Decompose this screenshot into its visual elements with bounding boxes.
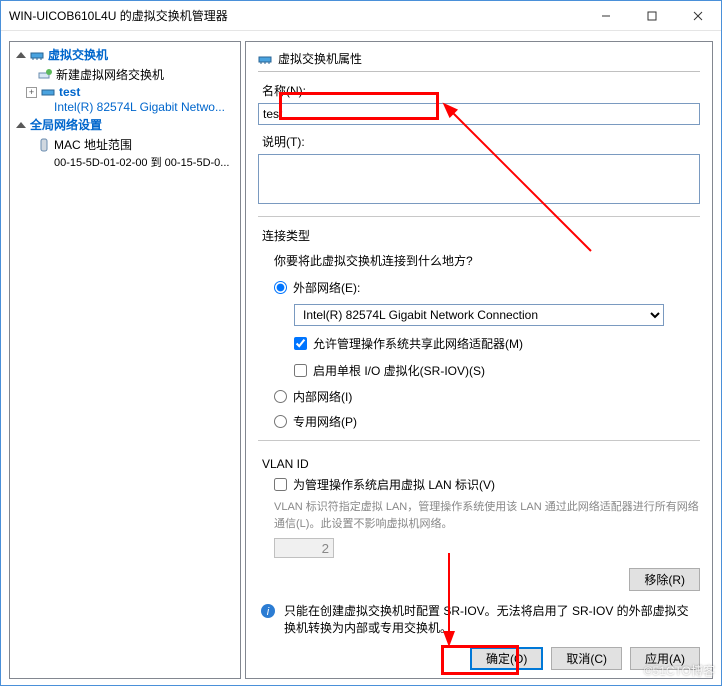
radio-external-label: 外部网络(E): — [293, 279, 360, 296]
check-vlan[interactable]: 为管理操作系统启用虚拟 LAN 标识(V) — [274, 476, 700, 493]
tree-new-switch[interactable]: 新建虚拟网络交换机 — [14, 65, 236, 84]
window-title: WIN-UICOB610L4U 的虚拟交换机管理器 — [9, 7, 583, 24]
panel-header-label: 虚拟交换机属性 — [278, 50, 362, 67]
tree-mac-range-label: MAC 地址范围 — [54, 136, 132, 153]
new-switch-icon — [38, 69, 52, 81]
check-vlan-label: 为管理操作系统启用虚拟 LAN 标识(V) — [293, 476, 495, 493]
maximize-button[interactable] — [629, 1, 675, 30]
tree-header-global[interactable]: 全局网络设置 — [14, 114, 236, 135]
tree-item-test[interactable]: + test — [14, 84, 236, 100]
close-button[interactable] — [675, 1, 721, 30]
vlan-group: VLAN ID 为管理操作系统启用虚拟 LAN 标识(V) VLAN 标识符指定… — [258, 453, 700, 558]
title-bar: WIN-UICOB610L4U 的虚拟交换机管理器 — [1, 1, 721, 31]
radio-internal-label: 内部网络(I) — [293, 388, 352, 405]
cancel-button[interactable]: 取消(C) — [551, 647, 622, 670]
description-textarea[interactable] — [258, 154, 700, 204]
radio-internal[interactable]: 内部网络(I) — [274, 388, 700, 405]
mac-icon — [38, 138, 50, 152]
check-sriov-label: 启用单根 I/O 虚拟化(SR-IOV)(S) — [313, 362, 485, 379]
check-sriov-input[interactable] — [294, 364, 307, 377]
vlan-description: VLAN 标识符指定虚拟 LAN，管理操作系统使用该 LAN 通过此网络适配器进… — [274, 499, 700, 532]
radio-private-input[interactable] — [274, 415, 287, 428]
info-icon: i — [260, 603, 276, 619]
name-input[interactable] — [258, 103, 700, 125]
tree-item-test-adapter[interactable]: Intel(R) 82574L Gigabit Netwo... — [14, 100, 236, 114]
vlan-title: VLAN ID — [262, 457, 700, 471]
watermark: ©51CTO博客 — [644, 662, 715, 679]
tree-pane: 虚拟交换机 新建虚拟网络交换机 + test Intel(R) 82574L G… — [9, 41, 241, 679]
separator — [258, 216, 700, 217]
properties-panel: 虚拟交换机属性 名称(N): 说明(T): 连接类型 你要将此虚拟交换机连接到什… — [245, 41, 713, 679]
panel-header: 虚拟交换机属性 — [258, 50, 700, 72]
radio-private-label: 专用网络(P) — [293, 413, 357, 430]
switch-icon — [30, 49, 44, 61]
check-share-mgmt[interactable]: 允许管理操作系统共享此网络适配器(M) — [294, 335, 700, 352]
tree-header-global-label: 全局网络设置 — [30, 116, 102, 133]
tree-mac-range[interactable]: MAC 地址范围 — [14, 135, 236, 154]
check-share-mgmt-label: 允许管理操作系统共享此网络适配器(M) — [313, 335, 523, 352]
chevron-icon — [16, 122, 26, 128]
remove-button[interactable]: 移除(R) — [629, 568, 700, 591]
check-sriov[interactable]: 启用单根 I/O 虚拟化(SR-IOV)(S) — [294, 362, 700, 379]
radio-internal-input[interactable] — [274, 390, 287, 403]
adapter-select[interactable]: Intel(R) 82574L Gigabit Network Connecti… — [294, 304, 664, 326]
info-text: 只能在创建虚拟交换机时配置 SR-IOV。无法将启用了 SR-IOV 的外部虚拟… — [284, 603, 698, 637]
tree-item-test-label: test — [59, 85, 80, 99]
name-label: 名称(N): — [262, 82, 700, 99]
minimize-button[interactable] — [583, 1, 629, 30]
separator — [258, 440, 700, 441]
switch-icon — [41, 86, 55, 98]
vlan-id-input — [274, 538, 334, 558]
conn-type-label: 连接类型 — [262, 227, 700, 244]
ok-button[interactable]: 确定(O) — [470, 647, 543, 670]
radio-external-input[interactable] — [274, 281, 287, 294]
chevron-icon — [16, 52, 26, 58]
radio-private[interactable]: 专用网络(P) — [274, 413, 700, 430]
tree-header-vswitch[interactable]: 虚拟交换机 — [14, 44, 236, 65]
tree-mac-detail: 00-15-5D-01-02-00 到 00-15-5D-0... — [14, 154, 236, 170]
switch-icon — [258, 53, 272, 65]
tree-header-vswitch-label: 虚拟交换机 — [48, 46, 108, 63]
check-vlan-input[interactable] — [274, 478, 287, 491]
check-share-mgmt-input[interactable] — [294, 337, 307, 350]
desc-label: 说明(T): — [262, 133, 700, 150]
tree-new-switch-label: 新建虚拟网络交换机 — [56, 66, 164, 83]
info-row: i 只能在创建虚拟交换机时配置 SR-IOV。无法将启用了 SR-IOV 的外部… — [260, 603, 698, 637]
conn-question: 你要将此虚拟交换机连接到什么地方? — [274, 252, 700, 269]
expand-icon[interactable]: + — [26, 87, 37, 98]
window-controls — [583, 1, 721, 30]
radio-external[interactable]: 外部网络(E): — [274, 279, 700, 296]
